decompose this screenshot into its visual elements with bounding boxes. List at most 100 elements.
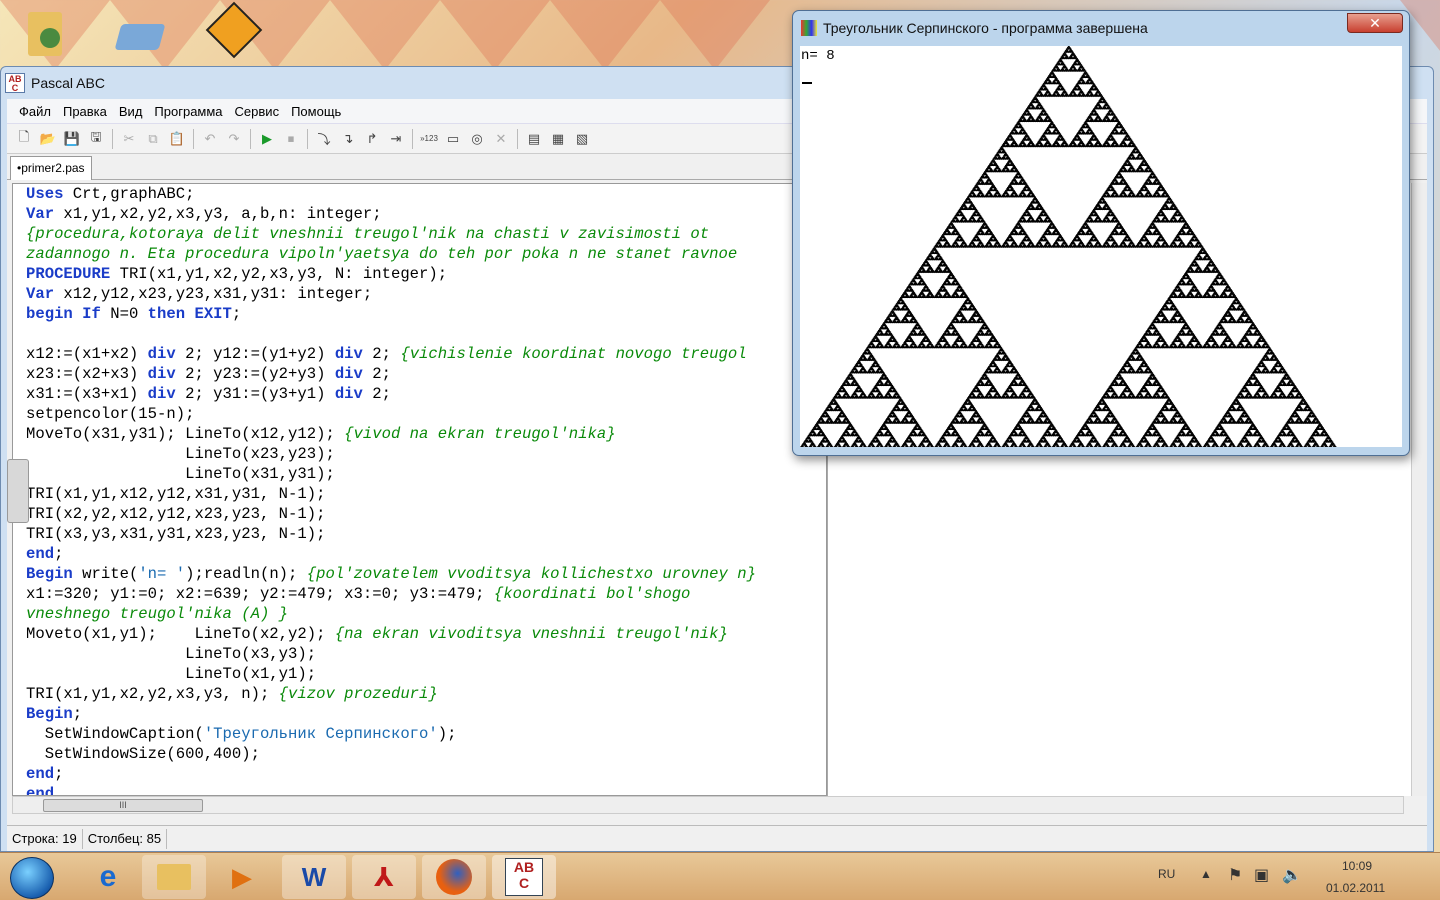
code-line[interactable]: {procedura,kotoraya delit vneshnii treug…: [13, 224, 826, 244]
start-button[interactable]: [10, 857, 54, 899]
step-out-icon[interactable]: ↱: [361, 128, 383, 150]
code-line[interactable]: x1:=320; y1:=0; x2:=639; y2:=479; x3:=0;…: [13, 584, 826, 604]
new-file-icon[interactable]: 🗋: [13, 128, 35, 150]
graph-title-bar[interactable]: Треугольник Серпинского - программа заве…: [793, 11, 1409, 45]
code-token: .: [54, 785, 64, 796]
code-line[interactable]: Begin;: [13, 704, 826, 724]
code-line[interactable]: x12:=(x1+x2) div 2; y12:=(y1+y2) div 2; …: [13, 344, 826, 364]
code-token: TRI(x1,y1,x12,y12,x31,y31, N-1);: [26, 485, 326, 503]
format-icon[interactable]: ▤: [523, 128, 545, 150]
code-line[interactable]: end;: [13, 764, 826, 784]
code-line[interactable]: LineTo(x3,y3);: [13, 644, 826, 664]
code-token: end: [26, 785, 55, 796]
breakpoints-icon[interactable]: ◎: [466, 128, 488, 150]
code-line[interactable]: x31:=(x3+x1) div 2; y31:=(y3+y1) div 2;: [13, 384, 826, 404]
code-line[interactable]: Moveto(x1,y1); LineTo(x2,y2); {na ekran …: [13, 624, 826, 644]
redo-icon[interactable]: ↷: [223, 128, 245, 150]
menu-program[interactable]: Программа: [148, 104, 228, 119]
language-indicator[interactable]: RU: [1158, 867, 1175, 881]
settings-icon[interactable]: ▧: [571, 128, 593, 150]
code-line[interactable]: LineTo(x23,y23);: [13, 444, 826, 464]
menu-edit[interactable]: Правка: [57, 104, 113, 119]
status-row: Строка: 19: [7, 828, 83, 849]
horizontal-scroll-thumb[interactable]: III: [43, 799, 203, 812]
code-token: LineTo(x3,y3);: [26, 645, 317, 663]
run-icon[interactable]: ▶: [256, 128, 278, 150]
explorer-icon[interactable]: [142, 855, 206, 899]
save-icon[interactable]: 💾: [61, 128, 83, 150]
compile-icon[interactable]: ▦: [547, 128, 569, 150]
firefox-icon[interactable]: [422, 855, 486, 899]
menu-service[interactable]: Сервис: [229, 104, 286, 119]
code-line[interactable]: x23:=(x2+x3) div 2; y23:=(y2+y3) div 2;: [13, 364, 826, 384]
pascal-abc-task-icon[interactable]: AB C: [492, 855, 556, 899]
code-token: vneshnego treugol'nika (A) }: [26, 605, 289, 623]
desktop-user-folder-icon[interactable]: [18, 4, 76, 64]
code-token: Begin: [26, 705, 73, 723]
code-line[interactable]: Var x12,y12,x23,y23,x31,y31: integer;: [13, 284, 826, 304]
vertical-scrollbar[interactable]: [1411, 183, 1427, 796]
code-line[interactable]: setpencolor(15-n);: [13, 404, 826, 424]
code-line[interactable]: Var x1,y1,x2,y2,x3,y3, a,b,n: integer;: [13, 204, 826, 224]
code-line[interactable]: begin If N=0 then EXIT;: [13, 304, 826, 324]
code-token: EXIT: [194, 305, 232, 323]
code-line[interactable]: SetWindowCaption('Треугольник Серпинског…: [13, 724, 826, 744]
code-line[interactable]: TRI(x1,y1,x2,y2,x3,y3, n); {vizov prozed…: [13, 684, 826, 704]
media-player-icon[interactable]: ▶: [210, 855, 274, 899]
clock-date[interactable]: 01.02.2011: [1326, 881, 1385, 895]
tab-primer2[interactable]: •primer2.pas: [10, 156, 92, 180]
code-token: TRI(x3,y3,x31,y31,x23,y23, N-1);: [26, 525, 326, 543]
word-icon[interactable]: W: [282, 855, 346, 899]
code-line[interactable]: LineTo(x31,y31);: [13, 464, 826, 484]
code-line[interactable]: end;: [13, 544, 826, 564]
delete-icon[interactable]: ✕: [490, 128, 512, 150]
run-to-cursor-icon[interactable]: ⇥: [385, 128, 407, 150]
code-line[interactable]: SetWindowSize(600,400);: [13, 744, 826, 764]
tray-expand-icon[interactable]: ▲: [1200, 867, 1212, 881]
code-token: );readln(n);: [185, 565, 307, 583]
code-line[interactable]: end.: [13, 784, 826, 796]
cut-icon[interactable]: ✂: [118, 128, 140, 150]
watch-icon[interactable]: »123: [418, 128, 440, 150]
acrobat-icon[interactable]: ⅄: [352, 855, 416, 899]
save-all-icon[interactable]: 🖫: [85, 128, 107, 150]
desktop-winamp-icon[interactable]: [204, 1, 263, 64]
menu-help[interactable]: Помощь: [285, 104, 347, 119]
ie-icon[interactable]: e: [76, 855, 140, 899]
horizontal-scrollbar[interactable]: III: [12, 796, 1404, 814]
stop-icon[interactable]: ⏹: [280, 128, 302, 150]
step-into-icon[interactable]: ⤵: [313, 128, 335, 150]
code-token: 2; y23:=(y2+y3): [175, 365, 335, 383]
code-line[interactable]: Uses Crt,graphABC;: [13, 184, 826, 204]
code-line[interactable]: TRI(x1,y1,x12,y12,x31,y31, N-1);: [13, 484, 826, 504]
volume-icon[interactable]: 🔈: [1282, 865, 1302, 885]
menu-view[interactable]: Вид: [113, 104, 149, 119]
close-button[interactable]: ✕: [1347, 13, 1403, 33]
clock-time[interactable]: 10:09: [1342, 859, 1372, 873]
code-line[interactable]: TRI(x3,y3,x31,y31,x23,y23, N-1);: [13, 524, 826, 544]
open-file-icon[interactable]: 📂: [37, 128, 59, 150]
code-token: ;: [54, 545, 64, 563]
copy-icon[interactable]: ⧉: [142, 128, 164, 150]
graph-window-title: Треугольник Серпинского - программа заве…: [823, 20, 1148, 36]
step-over-icon[interactable]: ↴: [337, 128, 359, 150]
code-line[interactable]: TRI(x2,y2,x12,y12,x23,y23, N-1);: [13, 504, 826, 524]
flag-icon[interactable]: ⚑: [1228, 865, 1242, 885]
code-line[interactable]: PROCEDURE TRI(x1,y1,x2,y2,x3,y3, N: inte…: [13, 264, 826, 284]
code-line[interactable]: [13, 324, 826, 344]
code-token: );: [437, 725, 457, 743]
code-line[interactable]: zadannogo n. Eta procedura vipoln'yaetsy…: [13, 244, 826, 264]
desktop-scanner-icon[interactable]: [112, 4, 170, 64]
undo-icon[interactable]: ↶: [199, 128, 221, 150]
menu-file[interactable]: Файл: [13, 104, 57, 119]
code-token: div: [334, 345, 363, 363]
code-line[interactable]: vneshnego treugol'nika (A) }: [13, 604, 826, 624]
code-line[interactable]: Begin write('n= ');readln(n); {pol'zovat…: [13, 564, 826, 584]
code-editor[interactable]: Uses Crt,graphABC; Var x1,y1,x2,y2,x3,y3,…: [12, 183, 827, 796]
side-panel-handle[interactable]: [7, 459, 29, 523]
code-line[interactable]: MoveTo(x31,y31); LineTo(x12,y12); {vivod…: [13, 424, 826, 444]
code-line[interactable]: LineTo(x1,y1);: [13, 664, 826, 684]
paste-icon[interactable]: 📋: [166, 128, 188, 150]
network-icon[interactable]: ▣: [1254, 865, 1269, 885]
window-icon[interactable]: ▭: [442, 128, 464, 150]
